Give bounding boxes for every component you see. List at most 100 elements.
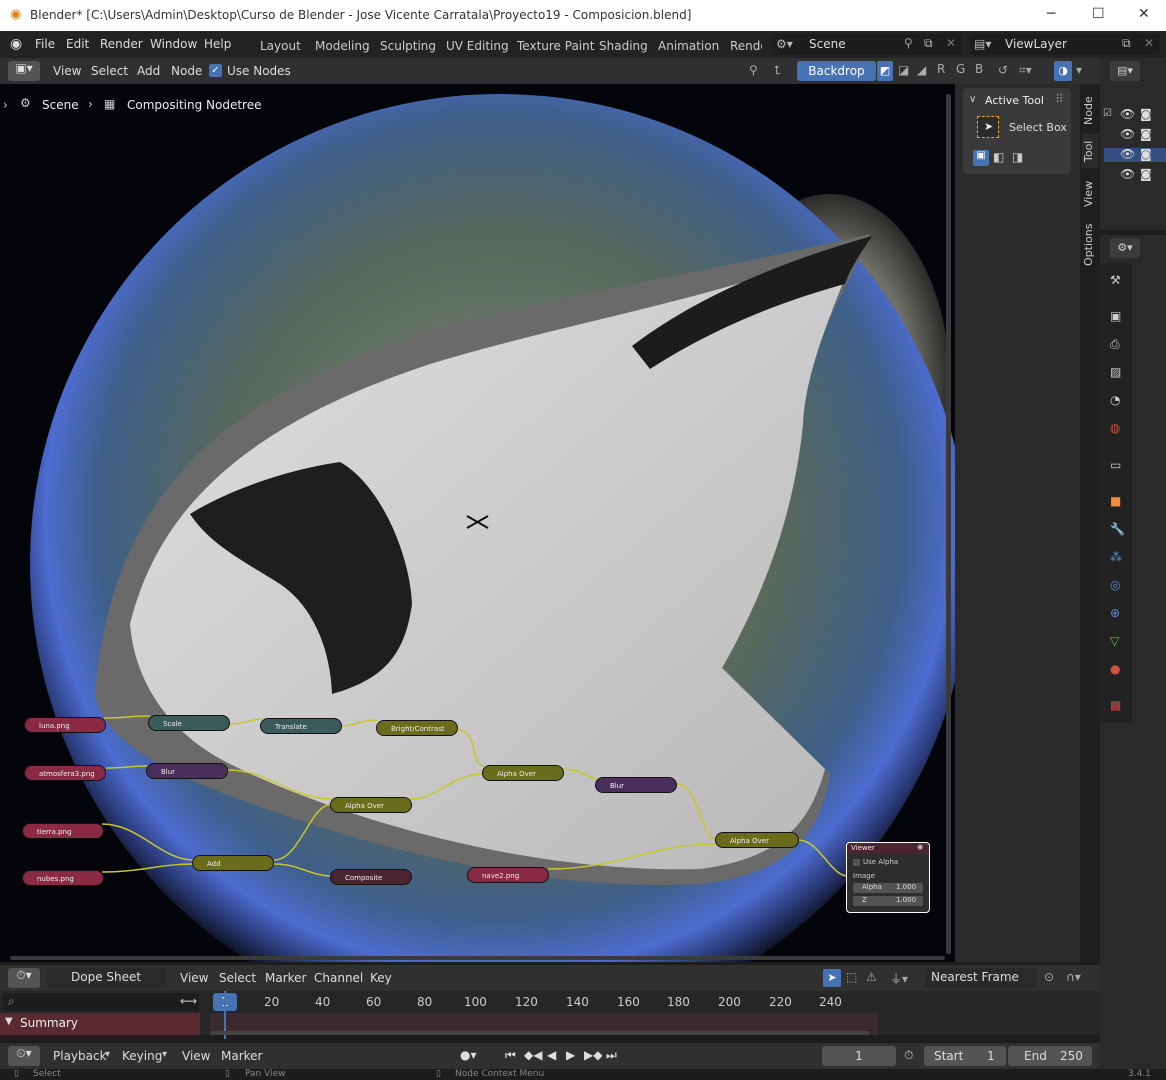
tab-node[interactable]: Node <box>1082 92 1098 130</box>
end-frame-field[interactable]: End 250 <box>1008 1046 1092 1066</box>
node-translate[interactable]: Translate <box>260 718 342 734</box>
node-alpha-over-1[interactable]: Alpha Over <box>330 797 412 813</box>
menu-file[interactable]: File <box>35 37 55 51</box>
select-box-icon[interactable]: ➤ <box>977 116 999 138</box>
use-nodes-checkbox[interactable]: ✓ <box>209 64 222 77</box>
frame-ruler[interactable]: ⌕ ⟷ 1 20 40 60 80 100 120 140 160 180 20… <box>0 991 1100 1013</box>
menu-render[interactable]: Render <box>100 37 143 51</box>
parent-node-tree-icon[interactable]: ⮤ <box>774 63 781 78</box>
snap-mode-dropdown[interactable]: Nearest Frame <box>925 968 1037 988</box>
particles-properties-icon[interactable]: ⁂ <box>1110 550 1122 564</box>
playback-menu[interactable]: Playback <box>53 1049 107 1063</box>
render-camera-icon[interactable]: ◙ <box>1140 167 1152 181</box>
current-frame-field[interactable]: 1 <box>822 1046 896 1066</box>
backdrop-alpha-icon[interactable]: ◪ <box>898 63 909 77</box>
outliner-editor-type[interactable]: ▤▾ <box>1110 61 1140 81</box>
node-composite[interactable]: Composite <box>330 869 412 885</box>
breadcrumb-nodetree[interactable]: Compositing Nodetree <box>127 98 262 112</box>
tab-animation[interactable]: Animation <box>658 39 719 53</box>
maximize-icon[interactable]: ☐ <box>1092 6 1105 22</box>
tab-modeling[interactable]: Modeling <box>315 39 370 53</box>
mode-extend-icon[interactable]: ◧ <box>993 150 1004 164</box>
snap-target-icon[interactable]: ⌗▾ <box>1019 63 1032 78</box>
timeline-marker-menu[interactable]: Marker <box>221 1049 262 1063</box>
pin-icon[interactable]: ⚲ <box>904 36 913 50</box>
node-viewer[interactable]: Viewer ◉ Use Alpha Image Alpha 1.000 Z 1… <box>846 842 930 913</box>
ds-menu-channel[interactable]: Channel <box>314 971 363 985</box>
mode-subtract-icon[interactable]: ◨ <box>1012 150 1023 164</box>
visibility-icon[interactable]: 👁 <box>1120 167 1135 181</box>
only-errors-icon[interactable]: ⚠ <box>866 970 877 984</box>
node-nubes-image[interactable]: nubes.png <box>22 870 104 886</box>
material-properties-icon[interactable]: ● <box>1110 662 1120 676</box>
ds-menu-key[interactable]: Key <box>370 971 392 985</box>
render-camera-icon[interactable]: ◙ <box>1140 147 1152 161</box>
timeline-view-menu[interactable]: View <box>182 1049 210 1063</box>
tab-texture-paint[interactable]: Texture Paint <box>517 39 594 53</box>
constraint-properties-icon[interactable]: ⊕ <box>1110 606 1120 620</box>
editor-type-dropdown[interactable]: ▣▾ <box>8 61 40 81</box>
node-menu-node[interactable]: Node <box>171 64 202 78</box>
menu-edit[interactable]: Edit <box>66 37 89 51</box>
render-properties-icon[interactable]: ▣ <box>1110 309 1121 323</box>
node-blur-1[interactable]: Blur <box>146 763 228 779</box>
node-alpha-over-2[interactable]: Alpha Over <box>482 765 564 781</box>
jump-next-keyframe-icon[interactable]: ▶◆ <box>584 1048 602 1062</box>
blender-menu-icon[interactable]: ◉ <box>10 36 22 52</box>
tab-view[interactable]: View <box>1082 176 1098 212</box>
backdrop-alpha-only-icon[interactable]: ◢ <box>917 63 926 77</box>
dopesheet-editor-type[interactable]: ⏱▾ <box>8 968 40 988</box>
texture-properties-icon[interactable]: ▩ <box>1110 698 1121 712</box>
collection-checkbox-icon[interactable]: ☑ <box>1103 108 1112 119</box>
channel-b[interactable]: B <box>975 62 983 76</box>
modifier-properties-icon[interactable]: 🔧 <box>1110 522 1125 536</box>
tool-settings-icon[interactable]: ⚒ <box>1110 273 1121 287</box>
backdrop-color-icon[interactable]: ◩ <box>877 61 893 81</box>
visibility-icon[interactable]: 👁 <box>1120 127 1135 141</box>
summary-channel[interactable]: ▼ Summary <box>0 1013 200 1035</box>
pin-icon[interactable]: ⚲ <box>749 63 758 77</box>
summary-expand-icon[interactable]: ▼ <box>5 1016 13 1027</box>
breadcrumb-scene[interactable]: Scene <box>42 98 79 112</box>
collection-properties-icon[interactable]: ▭ <box>1110 458 1121 472</box>
tab-sculpting[interactable]: Sculpting <box>380 39 436 53</box>
tab-options[interactable]: Options <box>1082 220 1098 270</box>
new-scene-icon[interactable]: ⧉ <box>924 36 933 51</box>
use-alpha-checkbox[interactable] <box>853 859 860 866</box>
output-properties-icon[interactable]: ⎙ <box>1110 337 1120 352</box>
node-bright-contrast[interactable]: Bright/Contrast <box>376 720 458 736</box>
drag-handle-icon[interactable]: ⠿ <box>1055 92 1064 106</box>
proportional-edit-icon[interactable]: ⊙ <box>1044 970 1054 984</box>
filter-icon[interactable]: ⏚▾ <box>890 970 908 987</box>
node-alpha-over-3[interactable]: Alpha Over <box>715 832 799 848</box>
auto-keying-icon[interactable]: ●▾ <box>460 1048 477 1062</box>
snap-icon[interactable]: ↺ <box>998 63 1008 77</box>
tab-tool[interactable]: Tool <box>1082 134 1098 168</box>
node-menu-view[interactable]: View <box>53 64 81 78</box>
jump-prev-keyframe-icon[interactable]: ◆◀ <box>524 1048 542 1062</box>
node-atmosfera-image[interactable]: atmosfera3.png <box>24 765 106 781</box>
collapse-icon[interactable]: ∨ <box>969 94 976 105</box>
keying-menu[interactable]: Keying <box>122 1049 162 1063</box>
ds-menu-marker[interactable]: Marker <box>265 971 306 985</box>
swap-icon[interactable]: ⟷ <box>180 994 197 1008</box>
world-properties-icon[interactable]: ◍ <box>1110 421 1120 435</box>
menu-window[interactable]: Window <box>150 37 197 51</box>
properties-editor-type[interactable]: ⚙▾ <box>1110 238 1140 258</box>
node-blur-2[interactable]: Blur <box>595 777 677 793</box>
scene-selector[interactable]: ⚙▾ Scene ⚲ ⧉ ✕ <box>772 34 962 55</box>
horizontal-scrollbar[interactable] <box>10 956 945 960</box>
only-selected-icon[interactable]: ➤ <box>823 969 841 987</box>
alpha-field[interactable]: Alpha 1.000 <box>853 883 923 893</box>
z-field[interactable]: Z 1.000 <box>853 896 923 906</box>
physics-properties-icon[interactable]: ◎ <box>1110 578 1120 592</box>
remove-scene-icon[interactable]: ✕ <box>946 36 956 50</box>
visibility-icon[interactable]: 👁 <box>1120 147 1135 161</box>
render-camera-icon[interactable]: ◙ <box>1140 127 1152 141</box>
scene-properties-icon[interactable]: ◔ <box>1110 393 1120 407</box>
timeline-scrollbar[interactable] <box>210 1031 870 1035</box>
dopesheet-mode-dropdown[interactable]: Dope Sheet <box>47 968 167 988</box>
channel-g[interactable]: G <box>956 62 965 76</box>
render-camera-icon[interactable]: ◙ <box>1140 107 1152 121</box>
menu-help[interactable]: Help <box>204 37 231 51</box>
